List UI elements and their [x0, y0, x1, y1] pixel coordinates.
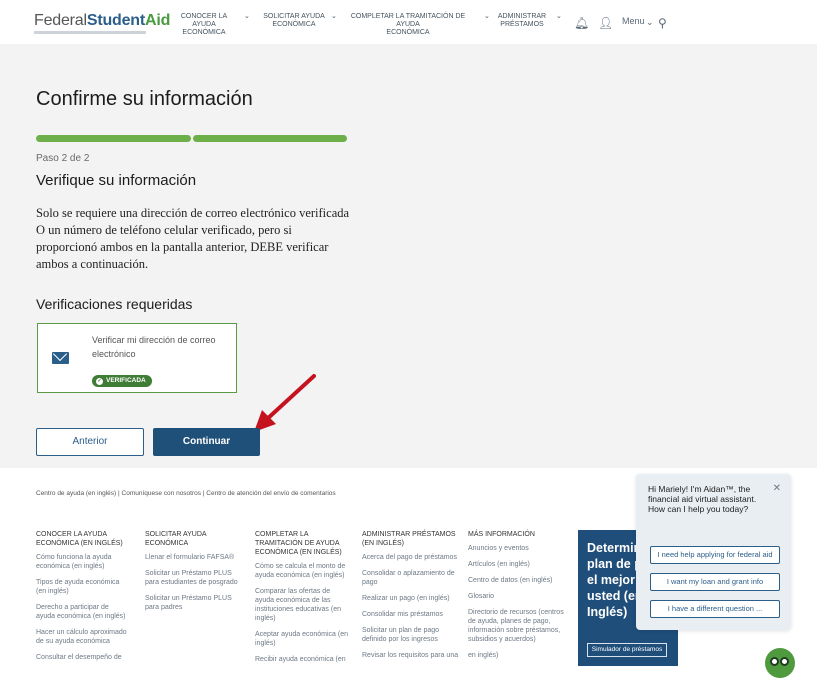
footer-link[interactable]: Cómo se calcula el monto de ayuda económ…: [255, 562, 350, 580]
email-verification-card[interactable]: Verificar mi dirección de correo electró…: [37, 323, 237, 393]
envelope-icon: [52, 352, 69, 364]
chat-greeting: Hi Mariely! I'm Aidan™, the financial ai…: [648, 484, 757, 514]
bell-icon[interactable]: 🔔︎: [574, 16, 589, 30]
chevron-down-icon: ⌄: [646, 17, 654, 27]
footer-link[interactable]: Tipos de ayuda económica (en inglés): [36, 578, 128, 596]
chevron-down-icon: ⌄: [244, 13, 250, 20]
footer-link[interactable]: Consolidar o aplazamiento de pago: [362, 569, 460, 587]
previous-button[interactable]: Anterior: [36, 428, 144, 456]
progress-segment-2: [192, 135, 347, 142]
footer-link[interactable]: Derecho a participar de ayuda económica …: [36, 603, 128, 621]
footer-column-heading: MÁS INFORMACIÓN: [468, 531, 535, 538]
footer-column-heading: SOLICITAR AYUDA ECONÓMICA: [145, 531, 207, 547]
footer-link[interactable]: Solicitar un Préstamo PLUS para estudian…: [145, 569, 245, 587]
loan-simulator-button[interactable]: Simulador de préstamos: [587, 643, 667, 657]
footer-column-heading: CONOCER LA AYUDA ECONÓMICA (EN INGLÉS): [36, 531, 123, 547]
chat-option-loan-info[interactable]: I want my loan and grant info: [650, 573, 780, 591]
footer-link[interactable]: Comparar las ofertas de ayuda económica …: [255, 587, 350, 623]
footer-link[interactable]: Consolidar mis préstamos: [362, 610, 460, 619]
footer-link[interactable]: Centro de datos (en inglés): [468, 576, 570, 585]
chevron-down-icon: ⌄: [484, 13, 490, 20]
footer-link[interactable]: Directorio de recursos (centros de ayuda…: [468, 608, 570, 644]
aidan-owl-avatar-icon[interactable]: [765, 648, 795, 678]
owl-eye: [770, 657, 779, 666]
footer-column-solicitar: SOLICITAR AYUDA ECONÓMICA Llenar el form…: [145, 530, 245, 619]
close-icon[interactable]: ✕: [773, 483, 781, 494]
required-verifications-heading: Verificaciones requeridas: [36, 296, 193, 312]
footer-link[interactable]: Solicitar un plan de pago definido por l…: [362, 626, 460, 644]
footer-link[interactable]: Hacer un cálculo aproximado de su ayuda …: [36, 628, 128, 646]
footer-column-mas-informacion: MÁS INFORMACIÓN Anuncios y eventos Artíc…: [468, 530, 570, 667]
progress-segment-1: [36, 135, 191, 142]
instructions-paragraph: Solo se requiere una dirección de correo…: [36, 206, 350, 271]
footer-utility-links[interactable]: Centro de ayuda (en inglés) | Comuníques…: [36, 490, 336, 497]
badge-label: VERIFICADA: [106, 377, 146, 384]
footer-link[interactable]: Anuncios y eventos: [468, 544, 570, 553]
footer-link[interactable]: Realizar un pago (en inglés): [362, 594, 460, 603]
menu-button[interactable]: Menu: [622, 16, 645, 26]
footer-link[interactable]: Solicitar un Préstamo PLUS para padres: [145, 594, 245, 612]
footer-column-conocer: CONOCER LA AYUDA ECONÓMICA (EN INGLÉS) C…: [36, 530, 128, 669]
search-icon[interactable]: ⚲: [658, 16, 667, 30]
footer-link[interactable]: Revisar los requisitos para una: [362, 651, 460, 660]
federal-student-aid-logo[interactable]: FederalStudentAid: [34, 12, 170, 30]
site-header: FederalStudentAid CONOCER LA AYUDA ECONÓM…: [0, 0, 817, 44]
nav-completar[interactable]: COMPLETAR LA TRAMITACIÓN DE AYUDA ECONÓMI…: [340, 13, 476, 37]
nav-solicitar[interactable]: SOLICITAR AYUDA ECONÓMICA: [262, 13, 326, 29]
footer-column-heading: ADMINISTRAR PRÉSTAMOS (EN INGLÉS): [362, 531, 456, 547]
chat-option-apply[interactable]: I need help applying for federal aid: [650, 546, 780, 564]
footer-column-heading: COMPLETAR LA TRAMITACIÓN DE AYUDA ECONÓM…: [255, 531, 342, 556]
progress-bar: [36, 135, 347, 142]
footer-link[interactable]: Aceptar ayuda económica (en inglés): [255, 630, 350, 648]
footer-column-completar: COMPLETAR LA TRAMITACIÓN DE AYUDA ECONÓM…: [255, 530, 350, 671]
footer-link[interactable]: Artículos (en inglés): [468, 560, 570, 569]
verified-badge: ✓ VERIFICADA: [92, 375, 152, 387]
footer-link[interactable]: Recibir ayuda económica (en: [255, 655, 350, 664]
chevron-down-icon: ⌄: [556, 13, 562, 20]
section-subtitle: Verifique su información: [36, 172, 197, 189]
footer-link[interactable]: Cómo funciona la ayuda económica (en ing…: [36, 553, 128, 571]
footer-link[interactable]: Llenar el formulario FAFSA®: [145, 553, 245, 562]
owl-eye: [780, 657, 789, 666]
continue-button[interactable]: Continuar: [153, 428, 260, 456]
logo-tagline: [34, 31, 146, 34]
nav-conocer[interactable]: CONOCER LA AYUDA ECONÓMICA: [170, 13, 238, 37]
card-label: Verificar mi dirección de correo electró…: [92, 335, 216, 359]
footer-link[interactable]: en inglés): [468, 651, 570, 660]
footer-link[interactable]: Acerca del pago de préstamos: [362, 553, 460, 562]
chat-option-other[interactable]: I have a different question ...: [650, 600, 780, 618]
virtual-assistant-chat: Hi Mariely! I'm Aidan™, the financial ai…: [636, 474, 791, 630]
footer-link[interactable]: Consultar el desempeño de: [36, 653, 128, 662]
footer-column-administrar: ADMINISTRAR PRÉSTAMOS (EN INGLÉS) Acerca…: [362, 530, 460, 667]
nav-administrar[interactable]: ADMINISTRAR PRÉSTAMOS: [494, 13, 550, 29]
page-title: Confirme su información: [36, 88, 253, 110]
footer-link[interactable]: Glosario: [468, 592, 570, 601]
check-icon: ✓: [96, 377, 103, 385]
user-icon[interactable]: 👤︎: [598, 16, 613, 30]
step-indicator: Paso 2 de 2: [36, 153, 90, 164]
chevron-down-icon: ⌄: [331, 13, 337, 20]
